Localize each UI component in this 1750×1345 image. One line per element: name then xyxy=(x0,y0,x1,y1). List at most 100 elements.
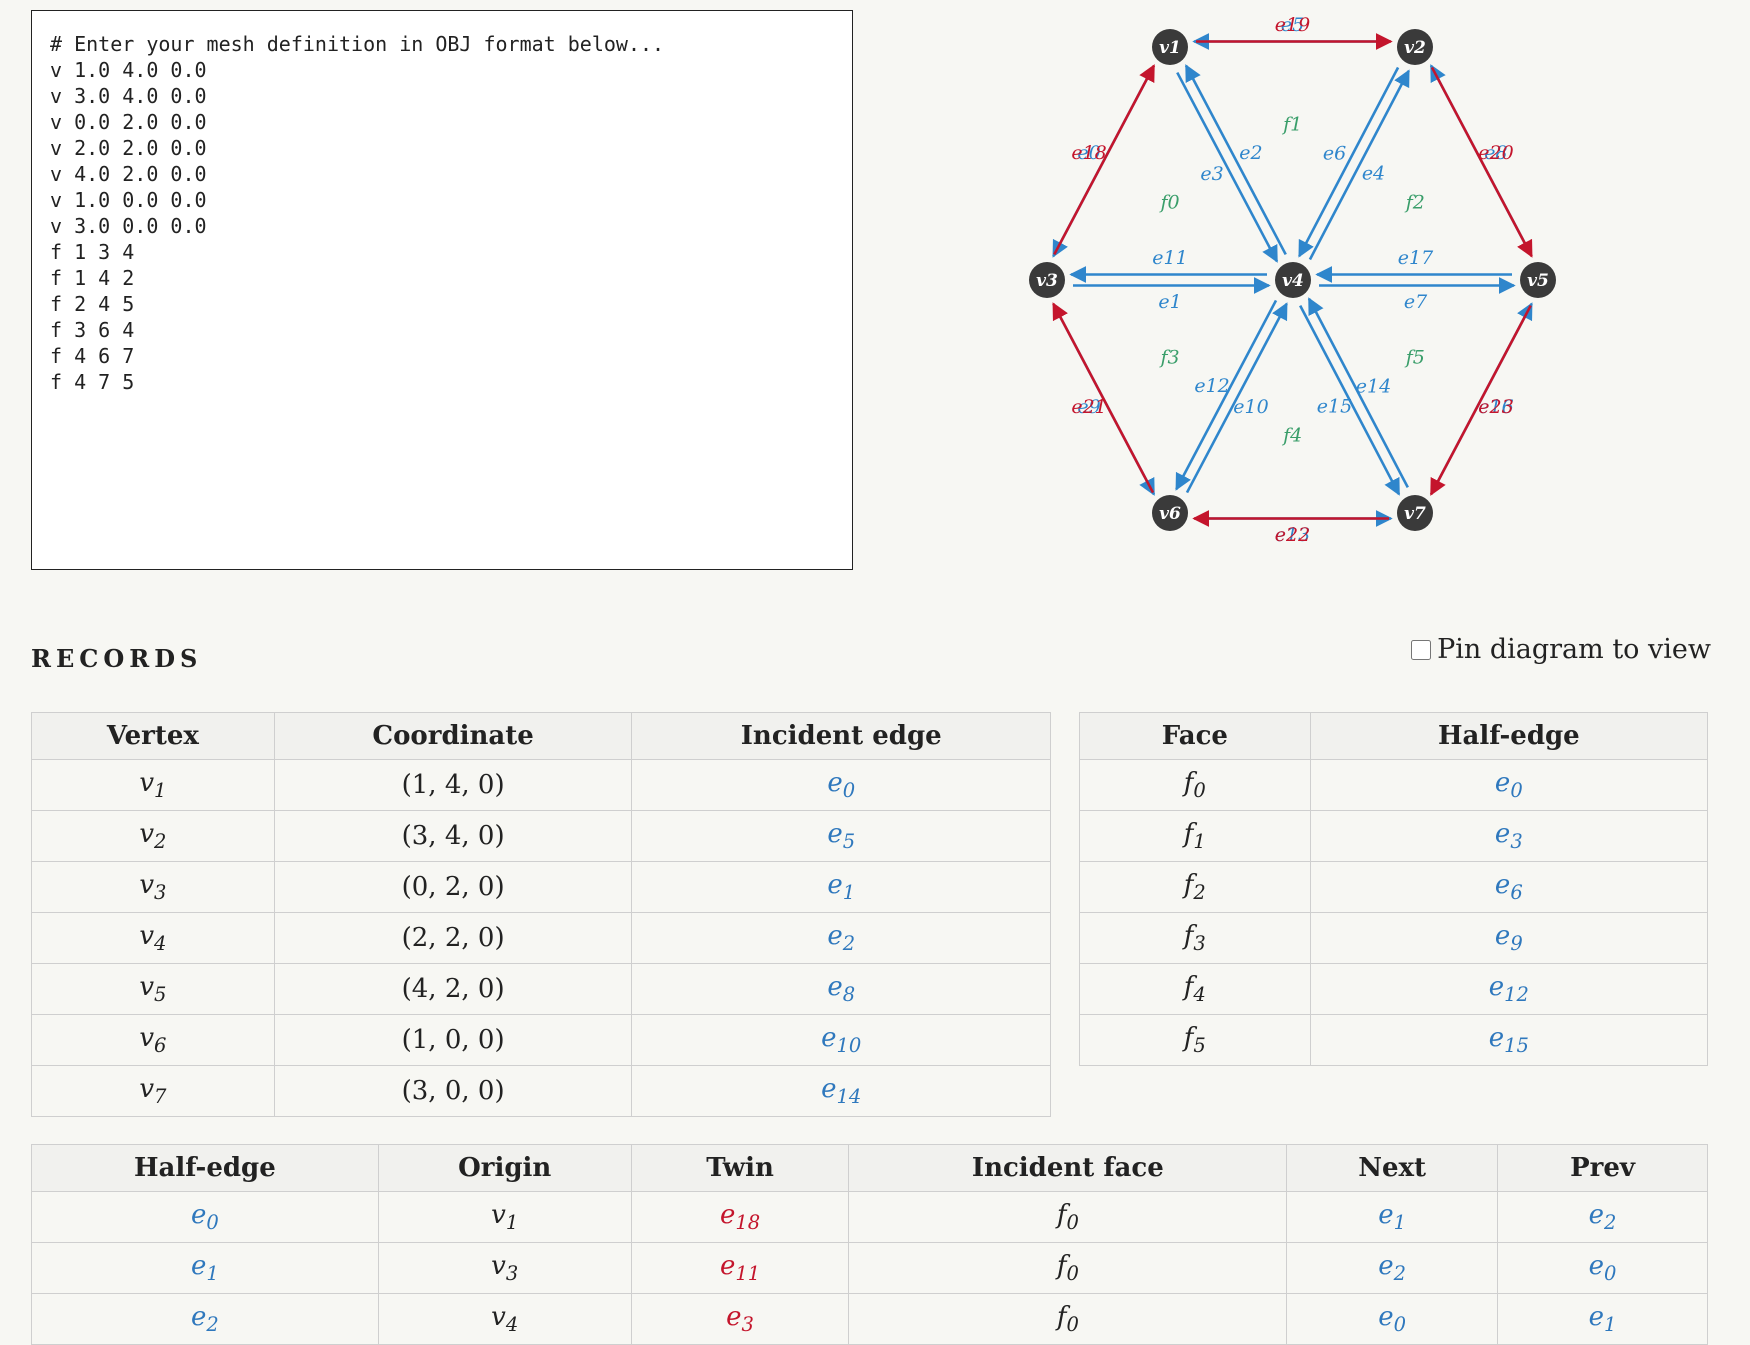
vertex-row: v7 (3, 0, 0) e14 xyxy=(31,1065,1051,1117)
face-halfedge-link[interactable]: e6 xyxy=(1309,861,1709,913)
vertex-label: v4 xyxy=(1282,271,1304,291)
halfedge-label-e6: e6 xyxy=(1323,142,1346,164)
face-label-f0: f0 xyxy=(1158,191,1179,213)
incident-edge-link[interactable]: e14 xyxy=(631,1065,1051,1117)
vertex-label: v6 xyxy=(1159,504,1181,524)
face-cell: f2 xyxy=(1079,861,1311,913)
vertex-cell: v3 xyxy=(31,861,275,913)
origin-column-header: Origin xyxy=(377,1144,632,1192)
twin-link[interactable]: e11 xyxy=(630,1242,850,1294)
pin-diagram-toggle[interactable]: Pin diagram to view xyxy=(1411,634,1711,665)
vertex-row: v1 (1, 4, 0) e0 xyxy=(31,759,1051,811)
next-link[interactable]: e1 xyxy=(1286,1191,1499,1243)
incident-edge-link[interactable]: e1 xyxy=(631,861,1051,913)
incident-edge-link[interactable]: e10 xyxy=(631,1014,1051,1066)
halfedge-column-header: Half-edge xyxy=(31,1144,379,1192)
records-heading: RECORDS xyxy=(31,644,203,673)
face-label-f4: f4 xyxy=(1281,424,1302,446)
incident-face-cell: f0 xyxy=(848,1242,1288,1294)
incident-face-cell: f0 xyxy=(848,1191,1288,1243)
vertex-cell: v5 xyxy=(31,963,275,1015)
vertex-node-v6[interactable]: v6 xyxy=(1152,495,1188,531)
halfedge-row: e2 v4 e3 f0 e0 e1 xyxy=(31,1293,1708,1345)
face-cell: f5 xyxy=(1079,1014,1311,1066)
face-cell: f1 xyxy=(1079,810,1311,862)
vertex-label: v1 xyxy=(1159,38,1181,58)
vertex-cell: v4 xyxy=(31,912,275,964)
face-halfedge-link[interactable]: e9 xyxy=(1309,912,1709,964)
coordinate-cell: (3, 0, 0) xyxy=(273,1065,633,1117)
halfedge-table: Half-edge Origin Twin Incident face Next… xyxy=(31,1144,1708,1345)
pin-diagram-checkbox[interactable] xyxy=(1411,639,1432,660)
face-row: f1 e3 xyxy=(1079,810,1709,862)
vertex-node-v2[interactable]: v2 xyxy=(1397,29,1433,65)
halfedge-arrow-e3[interactable] xyxy=(1176,71,1279,263)
vertex-row: v6 (1, 0, 0) e10 xyxy=(31,1014,1051,1066)
prev-link[interactable]: e2 xyxy=(1497,1191,1708,1243)
face-table: Face Half-edge f0 e0 f1 e3 f2 e6 f3 e9 f4 e12 f5 e1… xyxy=(1079,712,1709,1066)
incident-edge-link[interactable]: e5 xyxy=(631,810,1051,862)
halfedge-label-e17: e17 xyxy=(1398,247,1434,269)
vertex-table: Vertex Coordinate Incident edge v1 (1, 4,… xyxy=(31,712,1051,1117)
halfedge-label-e15: e15 xyxy=(1317,396,1352,418)
halfedge-link[interactable]: e0 xyxy=(31,1191,379,1243)
vertex-cell: v2 xyxy=(31,810,275,862)
halfedge-label-e1: e1 xyxy=(1158,291,1181,313)
origin-cell: v1 xyxy=(377,1191,632,1243)
face-halfedge-link[interactable]: e3 xyxy=(1309,810,1709,862)
incident-edge-column-header: Incident edge xyxy=(631,712,1051,760)
halfedge-label-e10: e10 xyxy=(1233,396,1268,418)
vertex-node-v1[interactable]: v1 xyxy=(1152,29,1188,65)
prev-link[interactable]: e0 xyxy=(1497,1242,1708,1294)
mesh-definition-editor[interactable] xyxy=(31,10,853,570)
vertex-row: v4 (2, 2, 0) e2 xyxy=(31,912,1051,964)
face-label-f5: f5 xyxy=(1404,347,1425,369)
incident-edge-link[interactable]: e2 xyxy=(631,912,1051,964)
face-row: f4 e12 xyxy=(1079,963,1709,1015)
vertex-row: v2 (3, 4, 0) e5 xyxy=(31,810,1051,862)
face-label-f2: f2 xyxy=(1404,191,1425,213)
halfedge-row: e0 v1 e18 f0 e1 e2 xyxy=(31,1191,1708,1243)
face-halfedge-link[interactable]: e15 xyxy=(1309,1014,1709,1066)
face-halfedge-link[interactable]: e0 xyxy=(1309,759,1709,811)
twin-link[interactable]: e18 xyxy=(630,1191,850,1243)
next-column-header: Next xyxy=(1286,1144,1499,1192)
vertex-node-v3[interactable]: v3 xyxy=(1029,262,1065,298)
halfedge-link[interactable]: e1 xyxy=(31,1242,379,1294)
incident-face-column-header: Incident face xyxy=(848,1144,1288,1192)
next-link[interactable]: e0 xyxy=(1286,1293,1499,1345)
incident-face-cell: f0 xyxy=(848,1293,1288,1345)
coordinate-cell: (1, 0, 0) xyxy=(273,1014,633,1066)
prev-link[interactable]: e1 xyxy=(1497,1293,1708,1345)
vertex-label: v5 xyxy=(1527,271,1549,291)
vertex-row: v5 (4, 2, 0) e8 xyxy=(31,963,1051,1015)
face-row: f3 e9 xyxy=(1079,912,1709,964)
halfedge-row: e1 v3 e11 f0 e2 e0 xyxy=(31,1242,1708,1294)
next-link[interactable]: e2 xyxy=(1286,1242,1499,1294)
coordinate-cell: (2, 2, 0) xyxy=(273,912,633,964)
prev-column-header: Prev xyxy=(1497,1144,1708,1192)
coordinate-cell: (1, 4, 0) xyxy=(273,759,633,811)
vertex-node-v7[interactable]: v7 xyxy=(1397,495,1433,531)
face-label-f1: f1 xyxy=(1281,114,1302,136)
halfedge-label-e14: e14 xyxy=(1356,375,1391,397)
halfedge-arrow-e2[interactable] xyxy=(1184,64,1287,256)
vertex-cell: v1 xyxy=(31,759,275,811)
face-cell: f0 xyxy=(1079,759,1311,811)
vertex-node-v4[interactable]: v4 xyxy=(1275,262,1311,298)
incident-edge-link[interactable]: e0 xyxy=(631,759,1051,811)
halfedge-label-e22: e22 xyxy=(1275,524,1310,546)
halfedge-label-e12: e12 xyxy=(1194,375,1229,397)
half-edge-diagram: e0e1e2e3 e4e5e6e7e8e9 e10e11e12e13e14e15 e1… xyxy=(1029,14,1556,546)
halfedge-link[interactable]: e2 xyxy=(31,1293,379,1345)
vertex-node-v5[interactable]: v5 xyxy=(1520,262,1556,298)
face-halfedge-link[interactable]: e12 xyxy=(1309,963,1709,1015)
pin-diagram-label: Pin diagram to view xyxy=(1437,634,1711,665)
incident-edge-link[interactable]: e8 xyxy=(631,963,1051,1015)
twin-link[interactable]: e3 xyxy=(630,1293,850,1345)
vertex-cell: v7 xyxy=(31,1065,275,1117)
halfedge-arrow-e4[interactable] xyxy=(1308,69,1410,261)
vertex-column-header: Vertex xyxy=(31,712,275,760)
origin-cell: v3 xyxy=(377,1242,632,1294)
origin-cell: v4 xyxy=(377,1293,632,1345)
